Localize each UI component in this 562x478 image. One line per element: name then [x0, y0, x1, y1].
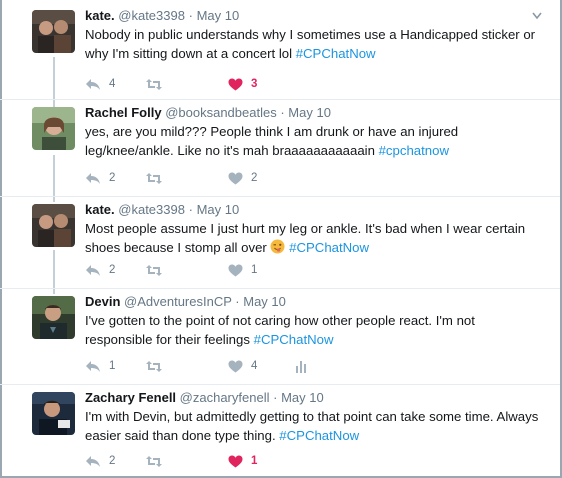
tweet-text: Nobody in public understands why I somet… — [85, 26, 544, 63]
reply-count: 2 — [109, 172, 116, 184]
reply-icon — [86, 264, 100, 276]
heart-icon — [228, 264, 243, 276]
heart-icon — [228, 455, 243, 467]
user-handle[interactable]: @booksandbeatles — [165, 105, 277, 120]
reply-icon — [86, 360, 100, 372]
tweet[interactable]: Rachel Folly @booksandbeatles · May 10 y… — [0, 99, 560, 197]
tweet-header: Rachel Folly @booksandbeatles · May 10 — [85, 105, 544, 121]
like-count: 1 — [251, 455, 258, 467]
tweet-text: I'm with Devin, but admittedly getting t… — [85, 408, 544, 445]
reply-icon — [86, 172, 100, 184]
reply-button[interactable]: 2 — [85, 262, 115, 278]
timestamp[interactable]: May 10 — [288, 105, 331, 120]
hashtag-link[interactable]: #CPChatNow — [296, 46, 376, 61]
reply-count: 1 — [109, 360, 116, 372]
heart-icon — [228, 360, 243, 372]
tweet-text: yes, are you mild??? People think I am d… — [85, 123, 544, 160]
separator-dot: · — [280, 105, 285, 120]
bar-chart-icon — [296, 360, 306, 373]
tweet[interactable]: kate. @kate3398 · May 10 Nobody in publi… — [0, 2, 560, 100]
tweet-header: Devin @AdventuresInCP · May 10 — [85, 294, 544, 310]
chevron-down-icon[interactable] — [532, 12, 542, 20]
analytics-button[interactable] — [295, 358, 307, 374]
timestamp[interactable]: May 10 — [243, 294, 286, 309]
retweet-button[interactable] — [145, 262, 163, 278]
retweet-button[interactable] — [145, 170, 163, 186]
tweet-header: kate. @kate3398 · May 10 — [85, 202, 544, 218]
retweet-button[interactable] — [145, 358, 163, 374]
tweet[interactable]: Devin @AdventuresInCP · May 10 I've gott… — [0, 288, 560, 385]
hashtag-link[interactable]: #CPChatNow — [254, 332, 334, 347]
tweet-header: Zachary Fenell @zacharyfenell · May 10 — [85, 390, 544, 406]
avatar[interactable] — [32, 392, 75, 435]
like-button[interactable]: 4 — [228, 358, 257, 374]
tweet-header: kate. @kate3398 · May 10 — [85, 8, 544, 24]
like-button[interactable]: 1 — [228, 262, 257, 278]
like-button[interactable]: 2 — [228, 170, 257, 186]
like-button[interactable]: 3 — [228, 76, 257, 92]
user-handle[interactable]: @kate3398 — [118, 202, 185, 217]
like-count: 3 — [251, 78, 258, 90]
tweet[interactable]: kate. @kate3398 · May 10 Most people ass… — [0, 196, 560, 289]
heart-icon — [228, 172, 243, 184]
reply-button[interactable]: 2 — [85, 453, 115, 469]
reply-count: 2 — [109, 455, 116, 467]
reply-count: 4 — [109, 78, 116, 90]
timestamp[interactable]: May 10 — [197, 8, 240, 23]
display-name[interactable]: Rachel Folly — [85, 105, 162, 120]
separator-dot: · — [188, 202, 193, 217]
tweet[interactable]: Zachary Fenell @zacharyfenell · May 10 I… — [0, 384, 560, 476]
separator-dot: · — [188, 8, 193, 23]
tweet-text: Most people assume I just hurt my leg or… — [85, 220, 544, 257]
face-with-tongue-winking-emoji — [270, 239, 285, 253]
display-name[interactable]: Devin — [85, 294, 120, 309]
like-count: 1 — [251, 264, 258, 276]
user-handle[interactable]: @zacharyfenell — [180, 390, 270, 405]
reply-button[interactable]: 1 — [85, 358, 115, 374]
user-handle[interactable]: @AdventuresInCP — [124, 294, 232, 309]
retweet-icon — [146, 455, 162, 467]
tweet-thread: kate. @kate3398 · May 10 Nobody in publi… — [0, 0, 562, 478]
reply-icon — [86, 455, 100, 467]
user-handle[interactable]: @kate3398 — [118, 8, 185, 23]
avatar[interactable] — [32, 204, 75, 247]
retweet-button[interactable] — [145, 76, 163, 92]
retweet-button[interactable] — [145, 453, 163, 469]
like-count: 2 — [251, 172, 258, 184]
hashtag-link[interactable]: #cpchatnow — [379, 143, 449, 158]
like-button[interactable]: 1 — [228, 453, 257, 469]
hashtag-link[interactable]: #CPChatNow — [289, 240, 369, 255]
retweet-icon — [146, 78, 162, 90]
reply-icon — [86, 78, 100, 90]
timestamp[interactable]: May 10 — [281, 390, 324, 405]
avatar[interactable] — [32, 10, 75, 53]
retweet-icon — [146, 360, 162, 372]
avatar[interactable] — [32, 296, 75, 339]
retweet-icon — [146, 172, 162, 184]
avatar[interactable] — [32, 107, 75, 150]
reply-button[interactable]: 4 — [85, 76, 115, 92]
separator-dot: · — [235, 294, 240, 309]
separator-dot: · — [273, 390, 278, 405]
heart-icon — [228, 78, 243, 90]
tweet-text: I've gotten to the point of not caring h… — [85, 312, 544, 349]
reply-button[interactable]: 2 — [85, 170, 115, 186]
hashtag-link[interactable]: #CPChatNow — [279, 428, 359, 443]
reply-count: 2 — [109, 264, 116, 276]
retweet-icon — [146, 264, 162, 276]
display-name[interactable]: kate. — [85, 202, 115, 217]
display-name[interactable]: Zachary Fenell — [85, 390, 176, 405]
like-count: 4 — [251, 360, 258, 372]
display-name[interactable]: kate. — [85, 8, 115, 23]
timestamp[interactable]: May 10 — [197, 202, 240, 217]
